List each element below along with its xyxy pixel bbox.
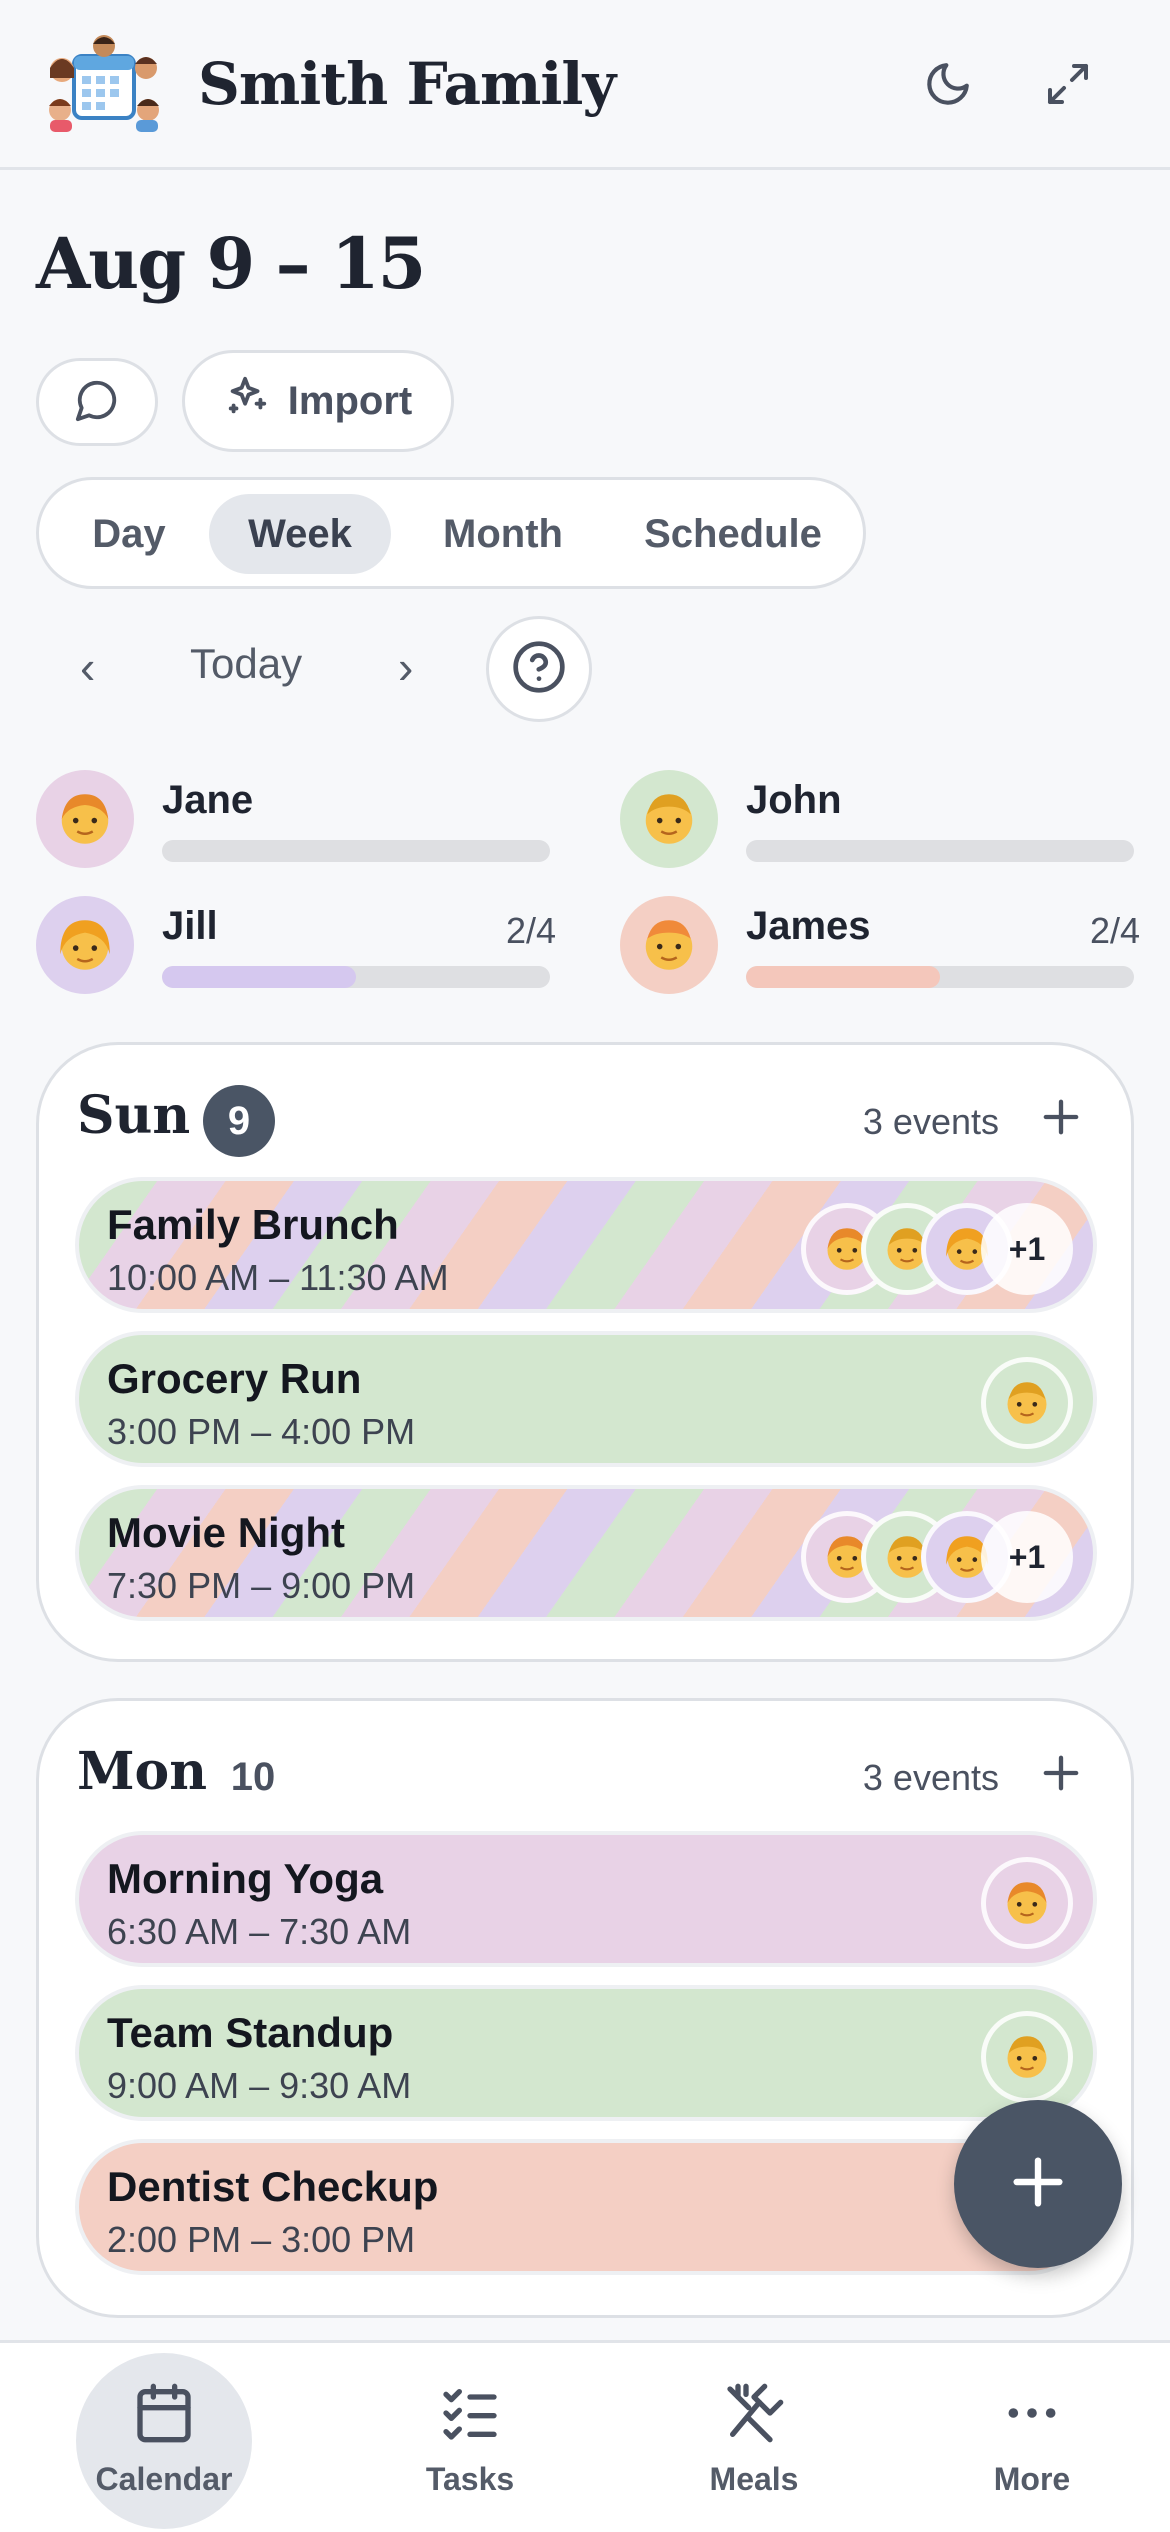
- event-title: Morning Yoga: [107, 1855, 384, 1902]
- events-count: 3 events: [862, 1101, 999, 1142]
- attendee-avatar: [981, 2011, 1073, 2103]
- chat-bubble-icon: [74, 377, 120, 428]
- event-time: 10:00 AM – 11:30 AM: [107, 1257, 449, 1298]
- event-time: 7:30 PM – 9:00 PM: [107, 1565, 416, 1606]
- tab-schedule[interactable]: Schedule: [615, 494, 851, 574]
- add-event-fab[interactable]: [954, 2100, 1122, 2268]
- avatar: [36, 770, 134, 868]
- event-team-standup[interactable]: Team Standup 9:00 AM – 9:30 AM: [75, 1985, 1097, 2121]
- event-morning-yoga[interactable]: Morning Yoga 6:30 AM – 7:30 AM: [75, 1831, 1097, 1967]
- utensils-off-icon: [722, 2381, 786, 2445]
- progress-bar: [162, 840, 550, 862]
- member-james[interactable]: James 2/4: [620, 896, 1140, 1006]
- attendee-avatars: [981, 1357, 1073, 1449]
- import-label: Import: [287, 378, 413, 423]
- checklist-icon: [438, 2381, 502, 2445]
- member-task-count: 2/4: [505, 910, 556, 951]
- nav-label: Calendar: [95, 2461, 233, 2497]
- event-title: Grocery Run: [107, 1355, 362, 1402]
- nav-meals[interactable]: Meals: [666, 2353, 842, 2529]
- avatar: [36, 896, 134, 994]
- day-name: Mon: [77, 1741, 208, 1802]
- event-time: 3:00 PM – 4:00 PM: [107, 1411, 416, 1452]
- attendee-avatars: +1: [801, 1203, 1073, 1295]
- event-title: Family Brunch: [107, 1201, 399, 1248]
- moon-icon[interactable]: [916, 52, 980, 116]
- member-task-count: 2/4: [1089, 910, 1140, 951]
- event-grocery-run[interactable]: Grocery Run 3:00 PM – 4:00 PM: [75, 1331, 1097, 1467]
- app-header: Smith Family: [0, 0, 1170, 170]
- member-name: Jill: [162, 904, 218, 948]
- family-logo-icon: [44, 34, 164, 134]
- member-name: John: [746, 778, 842, 822]
- help-button[interactable]: [486, 616, 592, 722]
- today-button[interactable]: Today: [190, 640, 302, 688]
- view-toggle: Day Week Month Schedule: [36, 477, 866, 589]
- chat-button[interactable]: [36, 358, 158, 446]
- avatar: [620, 770, 718, 868]
- attendee-avatar: [981, 1357, 1073, 1449]
- progress-bar: [746, 840, 1134, 862]
- more-attendees-badge: +1: [981, 1511, 1073, 1603]
- add-event-plus-icon[interactable]: [1035, 1091, 1087, 1143]
- attendee-avatar: [981, 1857, 1073, 1949]
- nav-label: Tasks: [425, 2461, 515, 2497]
- event-time: 6:30 AM – 7:30 AM: [107, 1911, 412, 1952]
- attendee-avatars: [981, 1857, 1073, 1949]
- member-name: James: [746, 904, 871, 948]
- bottom-navigation: Calendar Tasks Meals More: [0, 2340, 1170, 2532]
- next-week-button[interactable]: ›: [398, 640, 413, 694]
- nav-label: Meals: [709, 2461, 799, 2497]
- tab-month[interactable]: Month: [403, 494, 603, 574]
- more-dots-icon: [1000, 2381, 1064, 2445]
- avatar: [620, 896, 718, 994]
- nav-tasks[interactable]: Tasks: [382, 2353, 558, 2529]
- events-count: 3 events: [862, 1757, 999, 1798]
- date-range-title: Aug 9 – 15: [36, 222, 426, 305]
- previous-week-button[interactable]: ‹: [80, 640, 95, 694]
- tab-day[interactable]: Day: [59, 494, 199, 574]
- nav-label: More: [993, 2461, 1071, 2497]
- more-attendees-badge: +1: [981, 1203, 1073, 1295]
- member-john[interactable]: John: [620, 770, 1140, 880]
- nav-calendar[interactable]: Calendar: [76, 2353, 252, 2529]
- progress-fill: [746, 966, 940, 988]
- calendar-icon: [132, 2381, 196, 2445]
- day-name: Sun: [77, 1085, 191, 1146]
- day-number: 10: [230, 1754, 276, 1799]
- tab-week[interactable]: Week: [209, 494, 391, 574]
- day-number-badge: 9: [203, 1085, 275, 1157]
- day-card-sunday: Sun 9 3 events Family Brunch 10:00 AM – …: [36, 1042, 1134, 1662]
- event-time: 9:00 AM – 9:30 AM: [107, 2065, 412, 2106]
- nav-more[interactable]: More: [944, 2353, 1120, 2529]
- add-event-plus-icon[interactable]: [1035, 1747, 1087, 1799]
- event-movie-night[interactable]: Movie Night 7:30 PM – 9:00 PM +1: [75, 1485, 1097, 1621]
- import-button[interactable]: Import: [182, 350, 454, 452]
- progress-bar: [162, 966, 550, 988]
- attendee-avatars: [981, 2011, 1073, 2103]
- member-name: Jane: [162, 778, 254, 822]
- member-jane[interactable]: Jane: [36, 770, 556, 880]
- member-jill[interactable]: Jill 2/4: [36, 896, 556, 1006]
- event-dentist-checkup[interactable]: Dentist Checkup 2:00 PM – 3:00 PM: [75, 2139, 1097, 2275]
- progress-fill: [162, 966, 356, 988]
- event-family-brunch[interactable]: Family Brunch 10:00 AM – 11:30 AM +1: [75, 1177, 1097, 1313]
- app-title: Smith Family: [198, 50, 616, 118]
- help-circle-icon: [511, 639, 567, 700]
- progress-bar: [746, 966, 1134, 988]
- event-time: 2:00 PM – 3:00 PM: [107, 2219, 416, 2260]
- event-title: Movie Night: [107, 1509, 345, 1556]
- event-title: Team Standup: [107, 2009, 394, 2056]
- expand-icon[interactable]: [1036, 52, 1100, 116]
- plus-icon: [1006, 2150, 1070, 2219]
- sparkles-icon: [224, 373, 270, 429]
- attendee-avatars: +1: [801, 1511, 1073, 1603]
- event-title: Dentist Checkup: [107, 2163, 439, 2210]
